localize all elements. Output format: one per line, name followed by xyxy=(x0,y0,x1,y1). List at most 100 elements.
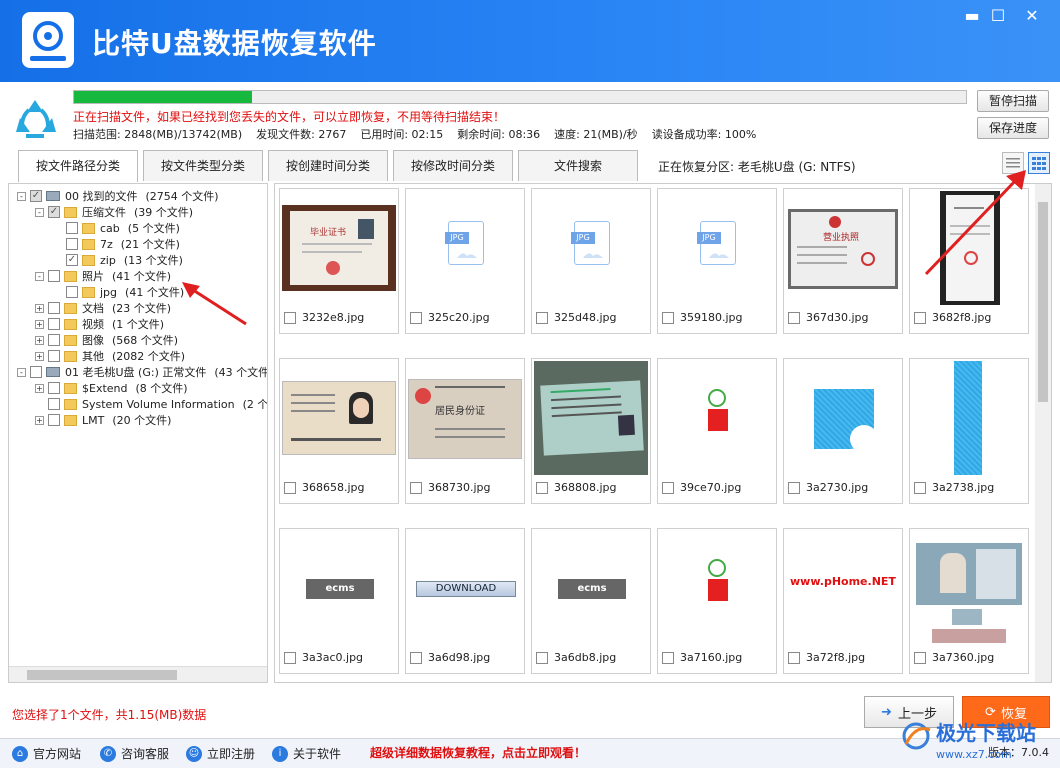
expand-toggle-icon[interactable]: + xyxy=(35,383,44,393)
tab-by-path[interactable]: 按文件路径分类 xyxy=(18,150,138,182)
file-checkbox[interactable] xyxy=(788,311,800,324)
tree-horizontal-scrollbar[interactable] xyxy=(9,666,267,682)
pause-scan-button[interactable]: 暂停扫描 xyxy=(977,90,1049,112)
tutorial-link[interactable]: 超级详细数据恢复教程，点击立即观看！ xyxy=(370,744,586,761)
customer-service-link[interactable]: ✆ 咨询客服 xyxy=(100,745,169,762)
tab-by-created[interactable]: 按创建时间分类 xyxy=(268,150,388,181)
file-checkbox[interactable] xyxy=(788,481,800,494)
official-site-link[interactable]: ⌂ 官方网站 xyxy=(12,745,81,762)
tree-checkbox[interactable] xyxy=(48,334,60,346)
tree-node[interactable]: + 视频 (1 个文件) xyxy=(35,316,164,332)
file-thumbnail[interactable]: 毕业证书 xyxy=(282,191,396,305)
tree-checkbox[interactable] xyxy=(66,222,78,234)
file-checkbox[interactable] xyxy=(284,651,296,664)
tab-file-search[interactable]: 文件搜索 xyxy=(518,150,638,181)
file-card[interactable]: 3a7360.jpg xyxy=(909,528,1029,674)
file-thumbnail[interactable] xyxy=(660,361,774,475)
expand-toggle-icon[interactable]: - xyxy=(17,191,26,201)
file-thumbnail[interactable]: 营业执照 xyxy=(786,191,900,305)
file-card[interactable]: 3682f8.jpg xyxy=(909,188,1029,334)
file-card[interactable]: 营业执照 367d30.jpg xyxy=(783,188,903,334)
tree-node[interactable]: jpg (41 个文件) xyxy=(53,284,184,300)
file-card[interactable]: 39ce70.jpg xyxy=(657,358,777,504)
file-thumbnail[interactable] xyxy=(912,531,1026,645)
tab-by-type[interactable]: 按文件类型分类 xyxy=(143,150,263,181)
file-card[interactable]: DOWNLOAD 3a6d98.jpg xyxy=(405,528,525,674)
file-thumbnail[interactable] xyxy=(534,361,648,475)
tree-node[interactable]: ✓ zip (13 个文件) xyxy=(53,252,183,268)
expand-toggle-icon[interactable]: + xyxy=(35,319,44,329)
file-thumbnail[interactable] xyxy=(282,361,396,475)
file-thumbnail[interactable] xyxy=(786,361,900,475)
tree-node[interactable]: + 其他 (2082 个文件) xyxy=(35,348,185,364)
tree-node[interactable]: + $Extend (8 个文件) xyxy=(35,380,188,396)
file-checkbox[interactable] xyxy=(914,311,926,324)
tree-node[interactable]: - 照片 (41 个文件) xyxy=(35,268,171,284)
file-thumbnail[interactable]: JPG xyxy=(660,191,774,305)
tree-checkbox[interactable] xyxy=(48,350,60,362)
file-card[interactable]: 3a2738.jpg xyxy=(909,358,1029,504)
file-thumbnail[interactable]: 居民身份证 xyxy=(408,361,522,475)
file-card[interactable]: ecms 3a3ac0.jpg xyxy=(279,528,399,674)
close-icon[interactable]: ✕ xyxy=(1020,6,1044,28)
tree-node[interactable]: 7z (21 个文件) xyxy=(53,236,180,252)
file-thumbnail[interactable]: DOWNLOAD xyxy=(408,531,522,645)
file-card[interactable]: JPG 359180.jpg xyxy=(657,188,777,334)
tree-node[interactable]: - ✓ 压缩文件 (39 个文件) xyxy=(35,204,193,220)
tree-checkbox[interactable] xyxy=(48,414,60,426)
file-card[interactable]: JPG 325c20.jpg xyxy=(405,188,525,334)
maximize-icon[interactable]: ☐ xyxy=(986,6,1010,28)
expand-toggle-icon[interactable]: + xyxy=(35,415,44,425)
file-checkbox[interactable] xyxy=(788,651,800,664)
tree-checkbox[interactable] xyxy=(48,270,60,282)
minimize-icon[interactable]: ▬ xyxy=(960,6,984,28)
file-checkbox[interactable] xyxy=(410,481,422,494)
file-checkbox[interactable] xyxy=(536,651,548,664)
expand-toggle-icon[interactable]: - xyxy=(17,367,26,377)
tree-node[interactable]: + 图像 (568 个文件) xyxy=(35,332,178,348)
file-card[interactable]: 毕业证书 3232e8.jpg xyxy=(279,188,399,334)
tree-node[interactable]: + LMT (20 个文件) xyxy=(35,412,171,428)
file-checkbox[interactable] xyxy=(284,311,296,324)
file-thumbnail[interactable] xyxy=(912,361,1026,475)
file-thumbnail[interactable]: ecms xyxy=(282,531,396,645)
file-thumbnail[interactable]: ecms xyxy=(534,531,648,645)
file-thumbnail[interactable] xyxy=(912,191,1026,305)
file-checkbox[interactable] xyxy=(914,481,926,494)
tree-checkbox[interactable] xyxy=(48,302,60,314)
tree-node[interactable]: cab (5 个文件) xyxy=(53,220,180,236)
file-checkbox[interactable] xyxy=(914,651,926,664)
file-thumbnail[interactable]: www.pHome.NET xyxy=(786,531,900,645)
file-checkbox[interactable] xyxy=(536,481,548,494)
grid-view-icon[interactable] xyxy=(1028,152,1050,174)
expand-toggle-icon[interactable]: + xyxy=(35,335,44,345)
tree-checkbox[interactable] xyxy=(48,382,60,394)
grid-vertical-scrollbar[interactable] xyxy=(1035,184,1051,682)
about-link[interactable]: i 关于软件 xyxy=(272,745,341,762)
file-thumbnail[interactable]: JPG xyxy=(408,191,522,305)
tree-checkbox[interactable] xyxy=(30,366,42,378)
file-checkbox[interactable] xyxy=(536,311,548,324)
file-checkbox[interactable] xyxy=(662,651,674,664)
save-progress-button[interactable]: 保存进度 xyxy=(977,117,1049,139)
file-card[interactable]: 3a2730.jpg xyxy=(783,358,903,504)
tree-node[interactable]: - ✓ 00 找到的文件 (2754 个文件) xyxy=(17,188,219,204)
tree-checkbox[interactable]: ✓ xyxy=(48,206,60,218)
file-checkbox[interactable] xyxy=(284,481,296,494)
file-card[interactable]: 居民身份证 368730.jpg xyxy=(405,358,525,504)
expand-toggle-icon[interactable]: + xyxy=(35,303,44,313)
tree-checkbox[interactable] xyxy=(48,318,60,330)
file-card[interactable]: www.pHome.NET 3a72f8.jpg xyxy=(783,528,903,674)
register-link[interactable]: ☺ 立即注册 xyxy=(186,745,255,762)
file-card[interactable]: JPG 325d48.jpg xyxy=(531,188,651,334)
tree-node[interactable]: - 01 老毛桃U盘 (G:) 正常文件 (43 个文件 xyxy=(17,364,267,380)
expand-toggle-icon[interactable]: + xyxy=(35,351,44,361)
file-checkbox[interactable] xyxy=(662,481,674,494)
tree-node[interactable]: System Volume Information (2 个文 xyxy=(35,396,267,412)
tree-node[interactable]: + 文档 (23 个文件) xyxy=(35,300,171,316)
tree-checkbox[interactable]: ✓ xyxy=(66,254,78,266)
file-thumbnail[interactable]: JPG xyxy=(534,191,648,305)
file-card[interactable]: ecms 3a6db8.jpg xyxy=(531,528,651,674)
tree-checkbox[interactable] xyxy=(66,238,78,250)
file-card[interactable]: 3a7160.jpg xyxy=(657,528,777,674)
